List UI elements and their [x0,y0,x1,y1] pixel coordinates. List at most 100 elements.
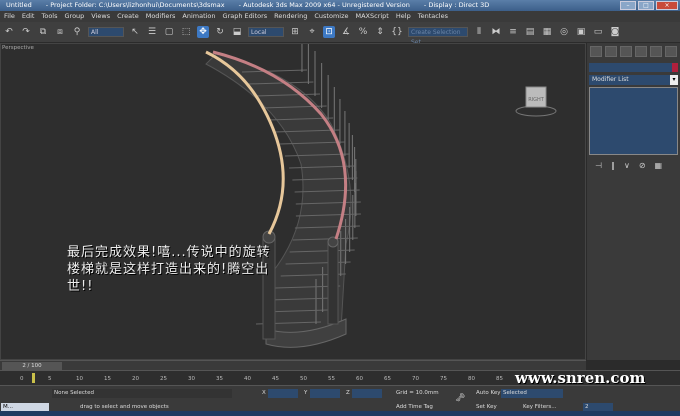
modifier-stack[interactable] [589,87,678,155]
display-mode: - Display : Direct 3D [423,1,490,9]
y-label: Y [304,390,308,396]
hierarchy-tab[interactable] [620,46,632,57]
window-crossing-icon[interactable]: ⬚ [180,26,192,38]
x-coordinate-field[interactable] [268,389,298,398]
curve-editor-icon[interactable]: ▤ [524,26,536,38]
named-selection-dropdown[interactable]: Create Selection Set [408,27,468,46]
key-mode-dropdown[interactable]: Selected [501,389,563,398]
menu-customize[interactable]: Customize [314,11,348,22]
current-frame-marker[interactable] [32,373,35,383]
track-tick: 30 [188,376,195,382]
main-toolbar: ↶ ↷ ⧉ ⧈ ⚲ All ↖ ☰ ▢ ⬚ ✥ ↻ ⬓ Local ⊞ ⌖ ⊡ … [0,22,680,46]
minimize-button[interactable]: – [620,1,636,10]
track-tick: 85 [496,376,503,382]
chevron-down-icon: ▾ [670,75,678,85]
menu-views[interactable]: Views [91,11,110,22]
configure-sets-icon[interactable]: ▦ [655,161,663,170]
angle-snap-icon[interactable]: ∡ [340,26,352,38]
menu-bar: File Edit Tools Group Views Create Modifiers An… [0,11,680,22]
render-setup-icon[interactable]: ▣ [575,26,587,38]
utilities-tab[interactable] [665,46,677,57]
watermark: www.snren.com [515,369,646,387]
z-coordinate-field[interactable] [352,389,382,398]
align-icon[interactable]: ⧓ [490,26,502,38]
show-end-result-icon[interactable]: ‖ [611,161,615,170]
z-label: Z [346,390,350,396]
create-tab[interactable] [590,46,602,57]
track-tick: 25 [160,376,167,382]
project-folder: - Project Folder: C:\Users\lizhonhui\Doc… [45,1,225,9]
track-tick: 75 [440,376,447,382]
material-editor-icon[interactable]: ◎ [558,26,570,38]
maximize-button[interactable]: □ [638,1,654,10]
track-tick: 70 [412,376,419,382]
bind-spacewarp-icon[interactable]: ⚲ [71,26,83,38]
object-color-swatch[interactable] [672,63,678,72]
region-select-icon[interactable]: ▢ [163,26,175,38]
select-by-name-icon[interactable]: ☰ [146,26,158,38]
menu-graph-editors[interactable]: Graph Editors [223,11,268,22]
menu-help[interactable]: Help [396,11,411,22]
menu-animation[interactable]: Animation [182,11,215,22]
track-tick: 40 [244,376,251,382]
track-tick: 0 [20,376,24,382]
spinner-snap-icon[interactable]: ⇕ [374,26,386,38]
select-icon[interactable]: ↖ [129,26,141,38]
snap-toggle-icon[interactable]: ⊡ [323,26,335,38]
edit-named-sel-icon[interactable]: {} [391,26,403,38]
pin-stack-icon[interactable]: ⊣ [595,161,602,170]
motion-tab[interactable] [635,46,647,57]
rotate-icon[interactable]: ↻ [214,26,226,38]
display-tab[interactable] [650,46,662,57]
menu-tentacles[interactable]: Tentacles [418,11,448,22]
make-unique-icon[interactable]: ∨ [624,161,630,170]
selection-status: None Selected [52,389,232,398]
viewcube: RIGHT [515,86,557,117]
pivot-icon[interactable]: ⊞ [289,26,301,38]
schematic-view-icon[interactable]: ▦ [541,26,553,38]
move-icon[interactable]: ✥ [197,26,209,38]
object-name-field[interactable] [589,63,678,72]
scale-icon[interactable]: ⬓ [231,26,243,38]
selection-filter-dropdown[interactable]: All [88,27,124,37]
modifier-list-dropdown[interactable]: Modifier List ▾ [589,75,678,85]
mirror-icon[interactable]: ⫴ [473,26,485,38]
close-button[interactable]: × [656,1,678,10]
time-slider[interactable]: 2 / 100 [2,362,62,370]
menu-maxscript[interactable]: MAXScript [356,11,389,22]
percent-snap-icon[interactable]: % [357,26,369,38]
track-tick: 50 [300,376,307,382]
menu-rendering[interactable]: Rendering [274,11,307,22]
render-frame-icon[interactable]: ▭ [592,26,604,38]
menu-create[interactable]: Create [117,11,139,22]
doc-title: Untitled [6,1,32,9]
auto-key-button[interactable]: Auto Key [476,389,501,398]
remove-modifier-icon[interactable]: ⊘ [639,161,646,170]
modify-tab[interactable] [605,46,617,57]
menu-edit[interactable]: Edit [22,11,35,22]
track-tick: 45 [272,376,279,382]
manipulate-icon[interactable]: ⌖ [306,26,318,38]
reference-coord-dropdown[interactable]: Local [248,27,284,37]
spiral-staircase-model: RIGHT [205,44,557,348]
title-bar: Untitled - Project Folder: C:\Users\lizh… [0,0,680,11]
menu-modifiers[interactable]: Modifiers [146,11,176,22]
redo-icon[interactable]: ↷ [20,26,32,38]
key-icon[interactable]: 🗝 [455,393,465,402]
menu-group[interactable]: Group [65,11,85,22]
windows-taskbar [0,411,680,416]
unlink-icon[interactable]: ⧈ [54,26,66,38]
track-tick: 80 [468,376,475,382]
y-coordinate-field[interactable] [310,389,340,398]
track-tick: 10 [76,376,83,382]
quick-render-icon[interactable]: ◙ [609,26,621,38]
track-tick: 60 [356,376,363,382]
link-icon[interactable]: ⧉ [37,26,49,38]
perspective-viewport[interactable]: Perspective RIGHT 最后完成效果!嘻...传说中的旋转楼梯就是这… [0,43,586,360]
menu-file[interactable]: File [4,11,15,22]
layer-manager-icon[interactable]: ≡ [507,26,519,38]
x-label: X [262,390,266,396]
grid-size: Grid = 10.0mm [396,390,439,396]
menu-tools[interactable]: Tools [41,11,57,22]
undo-icon[interactable]: ↶ [3,26,15,38]
